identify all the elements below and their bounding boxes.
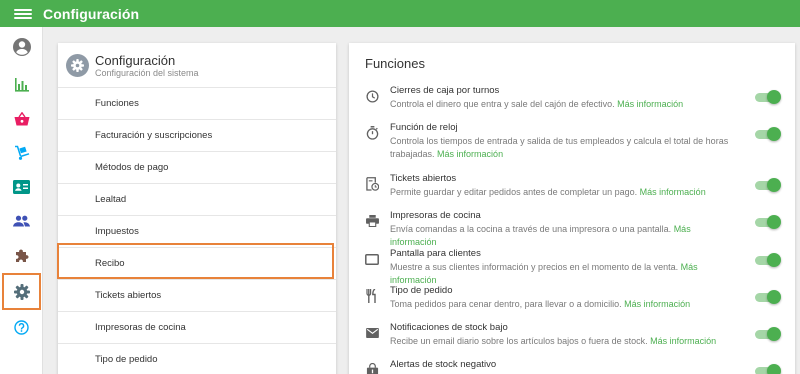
function-toggle[interactable] — [755, 253, 781, 267]
function-description: Toma pedidos para cenar dentro, para lle… — [390, 299, 691, 309]
settings-title: Configuración — [95, 53, 176, 68]
clock-icon — [365, 89, 379, 103]
settings-menu-panel: Configuración Configuración del sistema … — [58, 43, 336, 374]
function-name: Tickets abiertos — [390, 173, 457, 184]
tablet-icon — [365, 252, 379, 266]
printer-icon — [365, 214, 379, 228]
function-name: Pantalla para clientes — [390, 248, 481, 259]
bag-alert-icon — [365, 363, 379, 374]
help-icon[interactable] — [0, 311, 43, 343]
people-icon[interactable] — [0, 205, 43, 237]
cutlery-icon — [365, 289, 379, 303]
bar-chart-icon[interactable] — [0, 69, 43, 101]
function-description: Controla los tiempos de entrada y salida… — [390, 136, 729, 159]
function-toggle[interactable] — [755, 178, 781, 192]
stopwatch-icon — [365, 126, 379, 140]
more-info-link[interactable]: Más información — [617, 99, 683, 109]
ticket-clock-icon — [365, 177, 379, 191]
function-description: Muestre a sus clientes información y pre… — [390, 262, 698, 285]
function-name: Notificaciones de stock bajo — [390, 322, 508, 333]
menu-item-funciones[interactable]: Funciones — [58, 88, 336, 120]
function-toggle[interactable] — [755, 90, 781, 104]
more-info-link[interactable]: Más información — [624, 299, 690, 309]
function-name: Impresoras de cocina — [390, 210, 481, 221]
settings-subtitle: Configuración del sistema — [95, 68, 199, 78]
function-toggle[interactable] — [755, 364, 781, 374]
functions-title: Funciones — [365, 56, 425, 71]
recibo-highlight — [57, 243, 334, 279]
function-name: Tipo de pedido — [390, 285, 453, 296]
more-info-link[interactable]: Más información — [437, 149, 503, 159]
settings-menu-header: Configuración Configuración del sistema — [58, 43, 336, 88]
menu-item-lealtad[interactable]: Lealtad — [58, 184, 336, 216]
function-name: Función de reloj — [390, 122, 458, 133]
menu-icon[interactable] — [12, 6, 34, 22]
menu-item-impresoras-de-cocina[interactable]: Impresoras de cocina — [58, 312, 336, 344]
function-toggle[interactable] — [755, 290, 781, 304]
more-info-link[interactable]: Más información — [640, 187, 706, 197]
function-toggle[interactable] — [755, 327, 781, 341]
badge-icon[interactable] — [0, 171, 43, 203]
more-info-link[interactable]: Más información — [650, 336, 716, 346]
settings-nav-highlight — [2, 273, 41, 310]
function-description: Envía comandas a la cocina a través de u… — [390, 224, 691, 247]
menu-item-tipo-de-pedido[interactable]: Tipo de pedido — [58, 344, 336, 374]
menu-item-metodos-de-pago[interactable]: Métodos de pago — [58, 152, 336, 184]
function-description: Recibe un email diario sobre los artícul… — [390, 336, 717, 346]
functions-panel: Funciones Cierres de caja por turnos Con… — [349, 43, 795, 374]
function-description: Controla el dinero que entra y sale del … — [390, 99, 684, 109]
function-name: Cierres de caja por turnos — [390, 85, 500, 96]
function-name: Alertas de stock negativo — [390, 359, 497, 370]
gear-icon — [66, 54, 89, 77]
menu-item-tickets-abiertos[interactable]: Tickets abiertos — [58, 280, 336, 312]
mail-icon — [365, 326, 379, 340]
puzzle-icon[interactable] — [0, 240, 43, 272]
settings-menu: Funciones Facturación y suscripciones Mé… — [58, 88, 336, 374]
function-toggle[interactable] — [755, 215, 781, 229]
basket-icon[interactable] — [0, 103, 43, 135]
menu-item-facturacion[interactable]: Facturación y suscripciones — [58, 120, 336, 152]
function-toggle[interactable] — [755, 127, 781, 141]
app-title: Configuración — [43, 5, 140, 22]
dolly-icon[interactable] — [0, 137, 43, 169]
function-description: Permite guardar y editar pedidos antes d… — [390, 187, 706, 197]
left-nav — [0, 27, 43, 374]
top-app-bar: Configuración — [0, 0, 800, 27]
account-circle-icon[interactable] — [0, 31, 43, 63]
